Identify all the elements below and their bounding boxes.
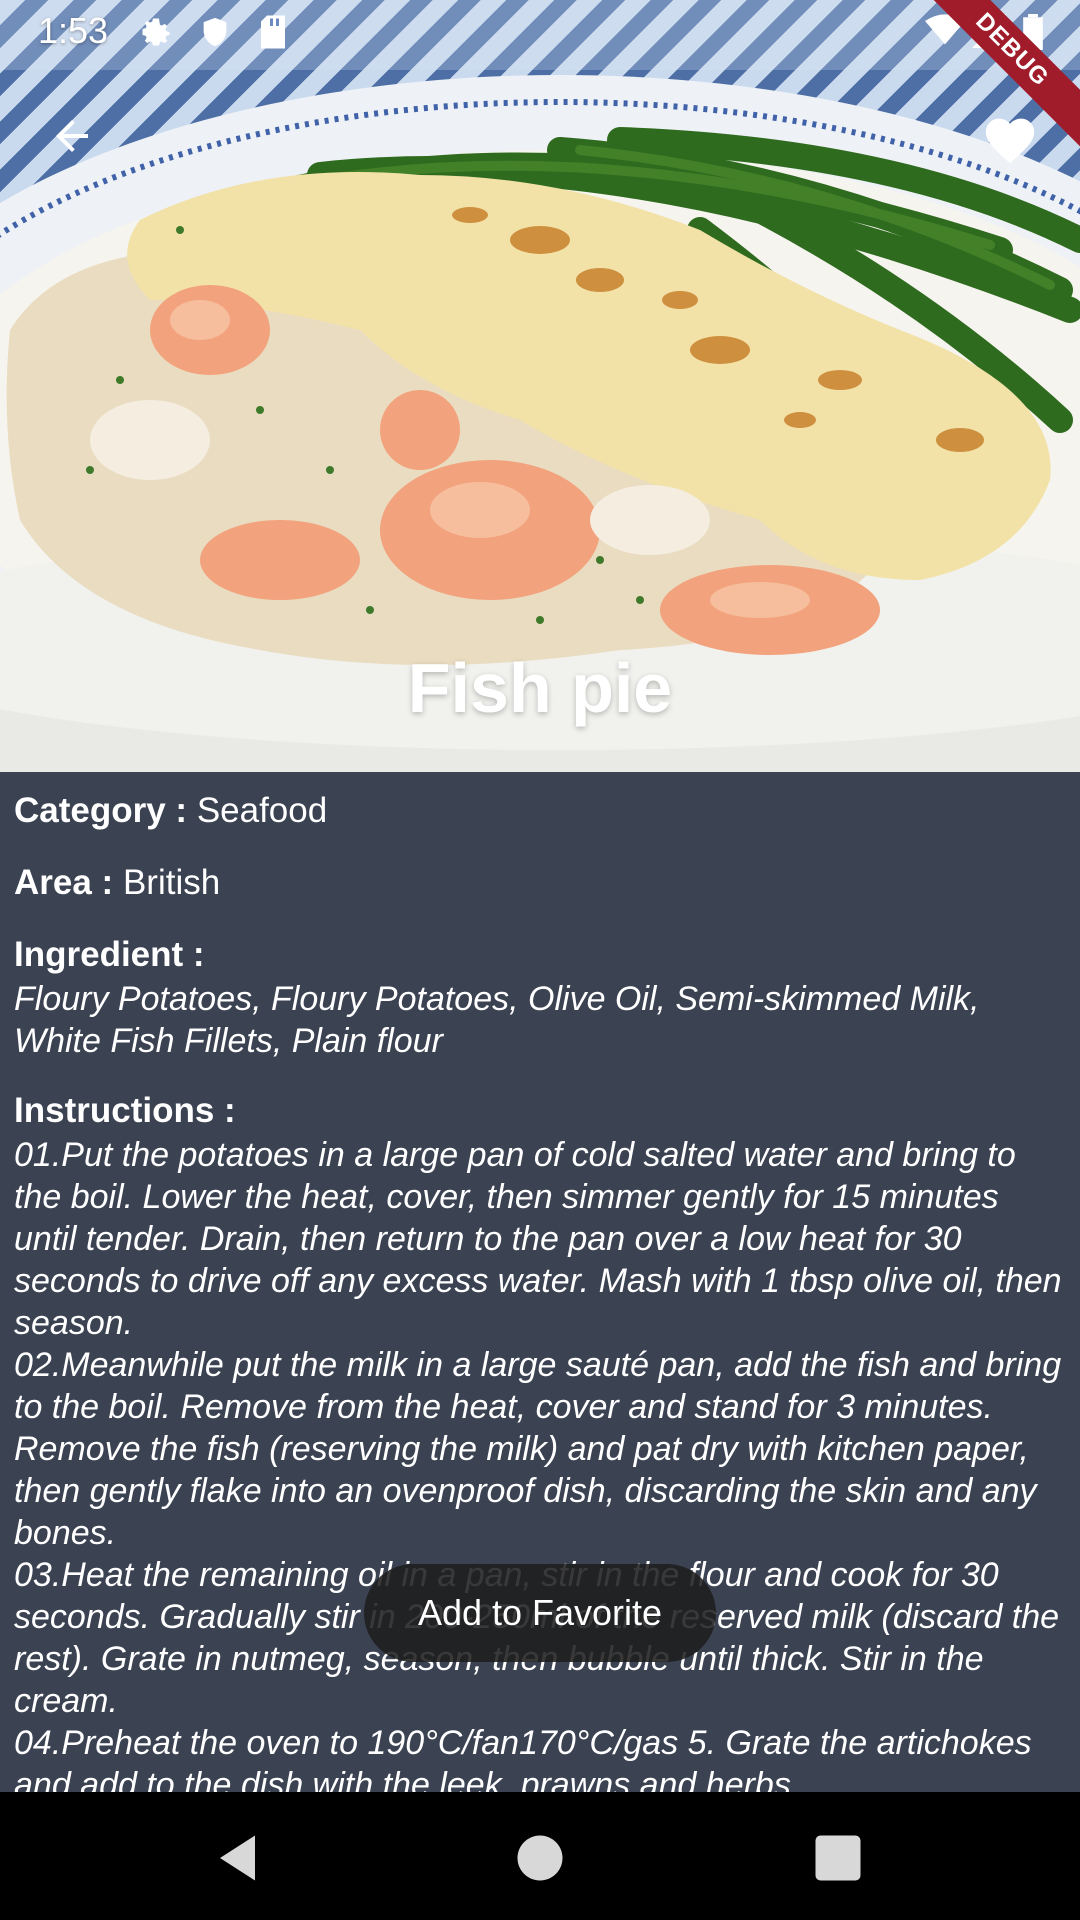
instruction-step: 01.Put the potatoes in a large pan of co…	[14, 1136, 1062, 1342]
nav-recents-square-icon	[815, 1835, 861, 1881]
nav-back-triangle-icon	[220, 1835, 255, 1881]
ingredient-list: Floury Potatoes, Floury Potatoes, Olive …	[14, 980, 980, 1060]
area-value: British	[122, 863, 221, 902]
category-label: Category :	[14, 791, 197, 830]
instruction-step: 02.Meanwhile put the milk in a large sau…	[14, 1346, 1062, 1552]
sd-card-icon	[258, 14, 288, 55]
gear-icon	[138, 14, 174, 55]
instruction-step: 04.Preheat the oven to 190°C/fan170°C/ga…	[14, 1724, 1032, 1792]
recipe-title: Fish pie	[407, 649, 673, 727]
ingredient-section: Ingredient : Floury Potatoes, Floury Pot…	[14, 932, 1070, 1062]
toast-message: Add to Favorite	[364, 1564, 716, 1662]
heart-icon	[985, 118, 1035, 164]
back-button[interactable]	[40, 104, 104, 168]
nav-home-circle-icon	[517, 1835, 563, 1881]
ingredient-label: Ingredient :	[14, 935, 205, 974]
arrow-back-icon	[56, 120, 88, 152]
nav-home-button[interactable]	[510, 1828, 570, 1888]
category-value: Seafood	[196, 791, 328, 830]
shield-icon	[198, 14, 232, 55]
instructions-section: Instructions : 01.Put the potatoes in a …	[14, 1088, 1070, 1792]
nav-back-button[interactable]	[210, 1828, 270, 1888]
instructions-label: Instructions :	[14, 1091, 236, 1130]
favorite-button[interactable]	[978, 106, 1042, 170]
navigation-bar	[0, 1792, 1080, 1920]
status-bar: 1:53	[0, 0, 1080, 64]
area-label: Area :	[14, 863, 123, 902]
status-time: 1:53	[38, 10, 109, 51]
nav-recents-button[interactable]	[808, 1828, 868, 1888]
category-row: Category : Seafood	[14, 788, 1070, 834]
area-row: Area : British	[14, 860, 1070, 906]
